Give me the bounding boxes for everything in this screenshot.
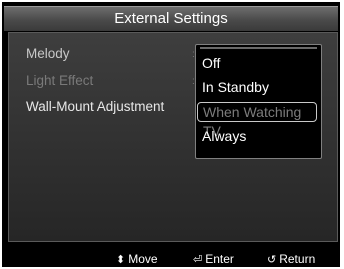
- return-icon: ↺: [267, 254, 277, 266]
- help-enter-label: Enter: [205, 252, 234, 266]
- options-dropdown[interactable]: Off In Standby When Watching TV Always: [195, 44, 322, 159]
- page-title: External Settings: [114, 10, 228, 27]
- help-return: ↺ Return: [267, 252, 315, 266]
- help-return-label: Return: [279, 252, 316, 266]
- menu-item-melody[interactable]: Melody: [26, 46, 70, 61]
- option-when-watching-tv[interactable]: When Watching TV: [197, 102, 317, 139]
- option-off[interactable]: Off: [202, 55, 220, 71]
- menu-item-light-effect: Light Effect: [26, 73, 94, 88]
- help-enter: ⏎ Enter: [193, 252, 234, 266]
- option-in-standby[interactable]: In Standby: [202, 79, 269, 95]
- help-move: ⬍ Move: [116, 252, 158, 266]
- enter-icon: ⏎: [193, 254, 203, 266]
- menu-item-wall-mount-adjustment[interactable]: Wall-Mount Adjustment: [26, 99, 164, 114]
- option-always[interactable]: Always: [202, 128, 246, 144]
- up-down-arrows-icon: ⬍: [116, 254, 126, 266]
- help-move-label: Move: [128, 252, 158, 266]
- osd-window: External Settings Melody : Light Effect …: [2, 2, 340, 267]
- dropdown-top-bar: [200, 47, 317, 49]
- help-bar: ⬍ Move ⏎ Enter ↺ Return: [2, 252, 340, 268]
- title-bar: External Settings: [4, 6, 338, 31]
